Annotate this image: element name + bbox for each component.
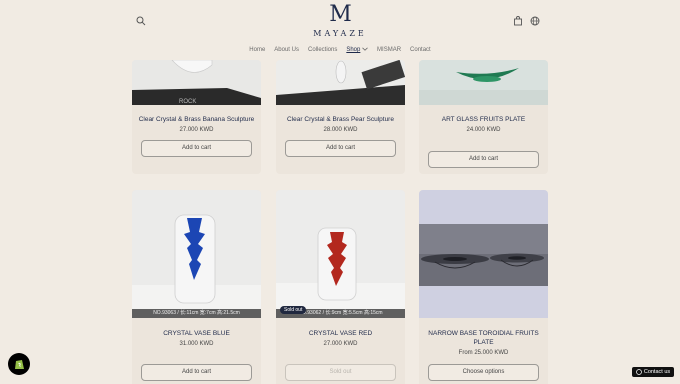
product-price: 28.000 KWD [323, 127, 358, 133]
product-image[interactable] [276, 60, 405, 105]
sold-out-button: Sold out [285, 364, 396, 381]
product-price: 27.000 KWD [179, 127, 214, 133]
nav-shop-label: Shop [346, 47, 361, 53]
product-image[interactable] [419, 60, 548, 105]
product-title[interactable]: Clear Crystal & Brass Pear Sculpture [276, 115, 405, 124]
whatsapp-icon [635, 369, 642, 375]
search-icon[interactable] [133, 13, 149, 29]
product-price: 31.000 KWD [179, 341, 214, 347]
svg-text:ROCK: ROCK [179, 99, 196, 105]
add-to-cart-button[interactable]: Add to cart [428, 151, 539, 168]
product-card[interactable]: NARROW BASE TOROIDIAL FRUITS PLATE From … [419, 190, 548, 384]
product-card[interactable]: ROCK Clear Crystal & Brass Banana Sculpt… [132, 60, 261, 174]
sold-out-badge: Sold out [280, 306, 307, 314]
product-title[interactable]: NARROW BASE TOROIDIAL FRUITS PLATE [419, 329, 548, 347]
add-to-cart-button[interactable]: Add to cart [141, 140, 252, 157]
product-image[interactable]: NO.93062 / 长:9cm 宽:5.5cm 高:15cm Sold out [276, 190, 405, 318]
product-title[interactable]: CRYSTAL VASE BLUE [132, 329, 261, 338]
product-price: 24.000 KWD [466, 127, 501, 133]
shopify-icon[interactable] [8, 353, 30, 375]
image-caption: NO.93063 / 长:11cm 宽:7cm 高:21.5cm [132, 309, 261, 318]
logo-wordmark: MAYAZE [313, 29, 367, 38]
globe-icon[interactable] [527, 13, 543, 29]
product-card[interactable]: NO.93063 / 长:11cm 宽:7cm 高:21.5cm CRYSTAL… [132, 190, 261, 384]
main-nav: Home About Us Collections Shop MISMAR Co… [0, 47, 680, 53]
choose-options-button[interactable]: Choose options [428, 364, 539, 381]
cart-icon[interactable] [510, 13, 526, 29]
nav-home[interactable]: Home [249, 47, 265, 53]
nav-contact[interactable]: Contact [410, 47, 431, 53]
product-title[interactable]: Clear Crystal & Brass Banana Sculpture [132, 115, 261, 124]
logo-letter: M [329, 2, 352, 27]
contact-us-label: Contact us [643, 369, 671, 375]
nav-shop[interactable]: Shop [346, 47, 368, 53]
add-to-cart-button[interactable]: Add to cart [285, 140, 396, 157]
product-price: 27.000 KWD [323, 341, 358, 347]
nav-mismar[interactable]: MISMAR [377, 47, 401, 53]
product-title[interactable]: ART GLASS FRUITS PLATE [419, 115, 548, 124]
product-title[interactable]: CRYSTAL VASE RED [276, 329, 405, 338]
product-image[interactable] [419, 190, 548, 318]
chevron-down-icon [362, 47, 368, 51]
product-price: From 25.000 KWD [458, 350, 509, 356]
product-card[interactable]: ART GLASS FRUITS PLATE 24.000 KWD Add to… [419, 60, 548, 174]
site-logo[interactable]: M MAYAZE [300, 2, 380, 39]
product-image[interactable]: NO.93063 / 长:11cm 宽:7cm 高:21.5cm [132, 190, 261, 318]
product-card[interactable]: Clear Crystal & Brass Pear Sculpture 28.… [276, 60, 405, 174]
nav-about-us[interactable]: About Us [274, 47, 299, 53]
product-image[interactable]: ROCK [132, 60, 261, 105]
product-card[interactable]: NO.93062 / 长:9cm 宽:5.5cm 高:15cm Sold out… [276, 190, 405, 384]
nav-collections[interactable]: Collections [308, 47, 337, 53]
add-to-cart-button[interactable]: Add to cart [141, 364, 252, 381]
site-header: M MAYAZE Home About Us Collections Shop … [0, 0, 680, 60]
contact-us-button[interactable]: Contact us [632, 367, 674, 377]
